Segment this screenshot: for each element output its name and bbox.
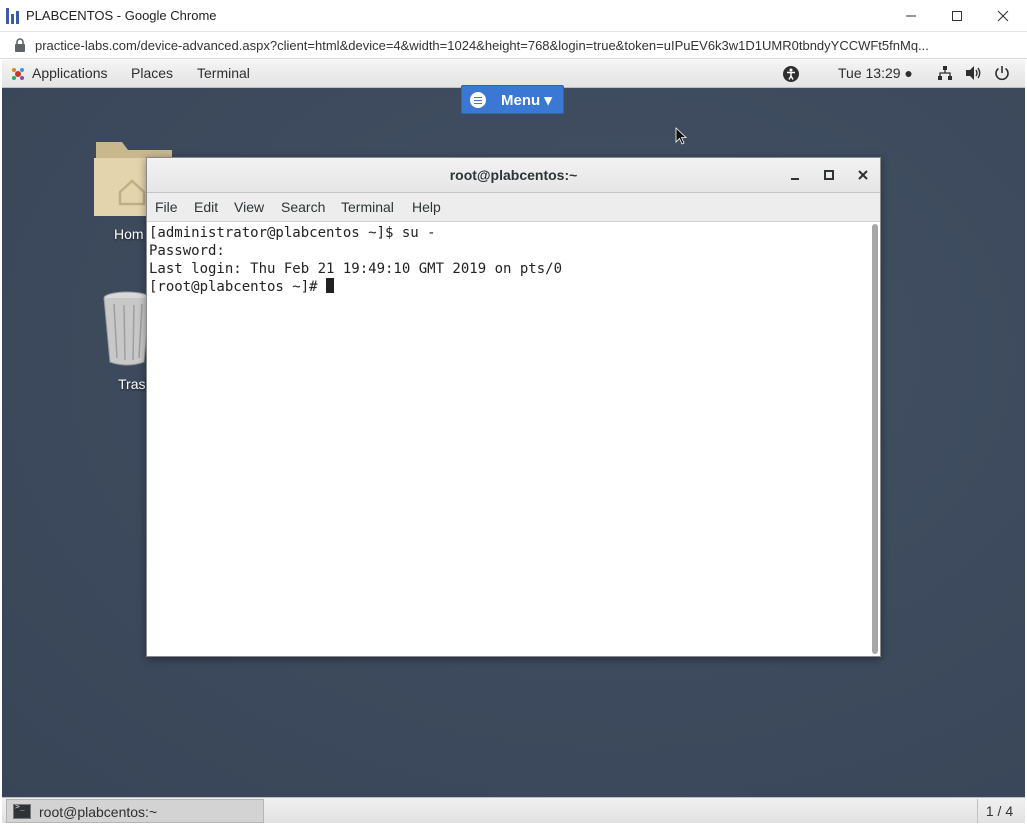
volume-icon[interactable] xyxy=(965,65,983,81)
terminal-maximize-icon[interactable] xyxy=(822,168,836,182)
terminal-icon xyxy=(13,802,31,819)
workspace-switcher[interactable]: 1 / 4 xyxy=(977,799,1021,823)
taskbar-terminal-item[interactable]: root@plabcentos:~ xyxy=(6,799,264,823)
terminal-title-bar[interactable]: root@plabcentos:~ xyxy=(147,158,880,193)
url-text[interactable]: practice-labs.com/device-advanced.aspx?c… xyxy=(35,38,1015,53)
menu-terminal[interactable]: Terminal xyxy=(341,199,394,215)
lock-icon xyxy=(15,38,25,52)
address-bar[interactable]: practice-labs.com/device-advanced.aspx?c… xyxy=(0,32,1027,59)
taskbar-item-label: root@plabcentos:~ xyxy=(39,804,158,820)
practice-labs-icon xyxy=(6,8,20,24)
menu-label: Menu ▾ xyxy=(501,92,552,109)
home-icon-label: Hom xyxy=(114,226,144,242)
close-button[interactable] xyxy=(980,0,1026,31)
maximize-icon xyxy=(952,10,962,21)
gnome-top-bar: Applications Places Terminal Tue 13:29 ● xyxy=(2,60,1025,88)
terminal-app-menu[interactable]: Terminal xyxy=(197,65,250,81)
places-menu[interactable]: Places xyxy=(131,65,173,81)
menu-search[interactable]: Search xyxy=(281,199,325,215)
terminal-window[interactable]: root@plabcentos:~ File Edit View Search … xyxy=(146,157,881,657)
terminal-line: Last login: Thu Feb 21 19:49:10 GMT 2019… xyxy=(149,261,563,277)
terminal-minimize-icon[interactable] xyxy=(788,168,802,182)
window-title: PLABCENTOS - Google Chrome xyxy=(26,8,217,23)
gnome-bottom-panel: root@plabcentos:~ 1 / 4 xyxy=(2,797,1025,823)
menu-view[interactable]: View xyxy=(234,199,264,215)
minimize-button[interactable] xyxy=(888,0,934,31)
menu-edit[interactable]: Edit xyxy=(194,199,218,215)
terminal-close-icon[interactable] xyxy=(856,168,870,182)
minimize-icon xyxy=(906,15,916,16)
browser-title-bar: PLABCENTOS - Google Chrome xyxy=(0,0,1027,32)
applications-icon xyxy=(12,68,24,80)
terminal-line: [administrator@plabcentos ~]$ su - xyxy=(149,225,436,241)
power-icon[interactable] xyxy=(994,65,1010,81)
network-icon[interactable] xyxy=(937,65,953,81)
trash-icon xyxy=(103,291,151,366)
remote-desktop[interactable]: Applications Places Terminal Tue 13:29 ●… xyxy=(2,60,1025,797)
menu-button[interactable]: Menu ▾ xyxy=(461,85,564,114)
accessibility-icon[interactable] xyxy=(782,65,800,83)
menu-file[interactable]: File xyxy=(155,199,178,215)
mouse-pointer-icon xyxy=(675,127,687,145)
terminal-menu-bar: File Edit View Search Terminal Help xyxy=(147,193,880,222)
close-icon xyxy=(997,10,1009,21)
terminal-output[interactable]: [administrator@plabcentos ~]$ su - Passw… xyxy=(147,222,869,656)
applications-menu[interactable]: Applications xyxy=(32,65,108,81)
terminal-prompt-line: [root@plabcentos ~]# xyxy=(149,278,867,296)
clock[interactable]: Tue 13:29 ● xyxy=(838,65,913,81)
menu-help[interactable]: Help xyxy=(412,199,441,215)
terminal-line: Password: xyxy=(149,243,225,259)
text-cursor xyxy=(326,278,335,293)
terminal-scrollbar[interactable] xyxy=(872,224,878,654)
menu-icon xyxy=(470,92,486,108)
terminal-prompt: [root@plabcentos ~]# xyxy=(149,279,327,295)
trash-icon-label: Trasl xyxy=(118,376,149,392)
terminal-title: root@plabcentos:~ xyxy=(449,167,578,183)
maximize-button[interactable] xyxy=(934,0,980,31)
